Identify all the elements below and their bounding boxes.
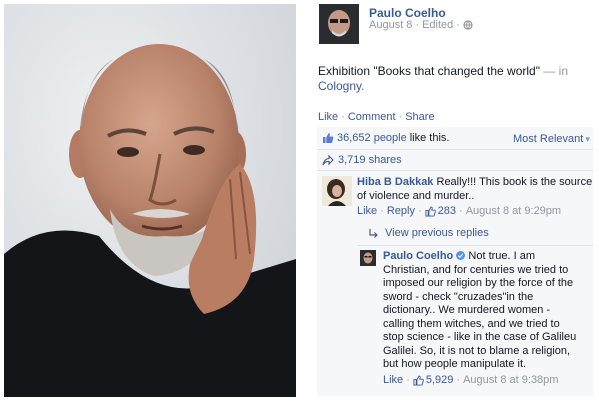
likes-suffix: like this. — [409, 132, 450, 144]
comment-1-time[interactable]: August 8 at 9:29pm — [466, 205, 561, 217]
reply-1-sep-2: · — [456, 374, 461, 386]
reply-avatar-face-icon — [360, 250, 376, 266]
reply-1-body: Paulo Coelho Not true. I am Christian, a… — [383, 250, 593, 372]
meta-separator: · — [415, 19, 420, 31]
reply-1-sep-1: · — [406, 374, 410, 386]
author-avatar[interactable] — [319, 4, 359, 44]
reply-1-line-4: dictionary.. We murdered women - — [383, 304, 551, 316]
shares-link[interactable]: 3,719 shares — [338, 154, 402, 166]
comment-1-like-button[interactable]: Like — [357, 205, 377, 217]
comment-1-sep-1: · — [380, 205, 384, 217]
action-separator-2: · — [398, 111, 403, 123]
reply-thumbs-up-icon — [413, 375, 424, 386]
comment-1-sep-3: · — [459, 205, 463, 217]
comment-1-reply-button[interactable]: Reply — [387, 205, 415, 217]
chevron-down-icon: ▾ — [585, 133, 590, 144]
likes-count-link[interactable]: 36,652 people — [337, 132, 407, 144]
post-action-bar: Like · Comment · Share — [318, 111, 435, 123]
reply-1-line-8: but how people manipulate it. — [383, 358, 527, 370]
verified-badge-icon — [456, 251, 466, 260]
reply-1-like-count[interactable]: 5,929 — [426, 374, 454, 386]
post-text: Exhibition "Books that changed the world… — [318, 64, 596, 94]
meta-separator-2: · — [456, 19, 460, 31]
like-post-button[interactable]: Like — [318, 111, 338, 123]
commenter-photo-icon — [322, 176, 352, 206]
comment-1-body: Hiba B Dakkak Really!!! This book is the… — [357, 176, 593, 203]
post-meta: August 8 · Edited · — [369, 19, 473, 31]
likes-summary: 36,652 people like this. — [322, 132, 449, 144]
portrait-illustration — [4, 4, 296, 397]
reply-1-line-6: stop science - like in the case of Galil… — [383, 331, 577, 343]
reply-1-line-3: sword - check "cruzades"in the — [383, 290, 534, 303]
commenter-avatar[interactable] — [322, 176, 352, 206]
comment-1-sep-2: · — [417, 205, 422, 217]
reply-1-actions: Like · 5,929 · August 8 at 9:38pm — [383, 374, 558, 386]
reply-author-avatar[interactable] — [360, 250, 376, 266]
comment-1-line-1: Really!!! This book is the source — [436, 176, 593, 188]
reply-1-author[interactable]: Paulo Coelho — [383, 250, 453, 262]
avatar-face-icon — [319, 4, 359, 44]
post-text-main: Exhibition "Books that changed the world… — [318, 64, 540, 78]
post-author-name[interactable]: Paulo Coelho — [369, 6, 446, 20]
comment-1-actions: Like · Reply · 283 · August 8 at 9:29pm — [357, 205, 561, 217]
reply-1-like-button[interactable]: Like — [383, 374, 403, 386]
edited-link[interactable]: Edited — [422, 19, 453, 31]
reply-arrow-icon — [369, 228, 378, 238]
reply-1-line-1: Christian, and for centuries we tried to — [383, 263, 569, 276]
comment-post-button[interactable]: Comment — [348, 111, 396, 123]
action-separator: · — [341, 111, 345, 123]
view-previous-replies-link: View previous replies — [385, 227, 489, 239]
reply-1-first-line: Not true. I am — [468, 250, 536, 262]
thumbs-up-outline-icon — [425, 206, 436, 217]
share-post-button[interactable]: Share — [405, 111, 434, 123]
reply-1-time[interactable]: August 8 at 9:38pm — [463, 374, 558, 386]
reply-1-line-5: calling them witches, and we tried to — [383, 317, 560, 330]
most-relevant-dropdown[interactable]: Most Relevant ▾ — [513, 133, 590, 145]
globe-icon[interactable] — [463, 20, 473, 30]
share-arrow-icon — [322, 154, 334, 165]
thumbs-up-icon — [323, 133, 334, 143]
comment-1-author[interactable]: Hiba B Dakkak — [357, 176, 433, 188]
reply-divider — [357, 245, 593, 246]
shares-row: 3,719 shares — [322, 154, 402, 166]
facebook-post: Paulo Coelho August 8 · Edited · Exhibit… — [312, 0, 599, 402]
sort-label: Most Relevant — [513, 133, 584, 145]
reply-1-line-2: imposed our religion by the force of the — [383, 277, 574, 289]
author-portrait-photo — [4, 4, 296, 397]
post-text-dash: — in — [543, 64, 569, 78]
comment-1-like-count[interactable]: 283 — [438, 205, 456, 217]
view-previous-replies[interactable]: View previous replies — [368, 227, 489, 239]
reply-1-line-7: Galilei. So, it is not to blame a religi… — [383, 344, 571, 357]
post-date-link[interactable]: August 8 — [369, 19, 412, 31]
comment-1-line-2: of violence and murder.. — [357, 189, 475, 202]
location-link[interactable]: Cologny. — [318, 79, 364, 93]
